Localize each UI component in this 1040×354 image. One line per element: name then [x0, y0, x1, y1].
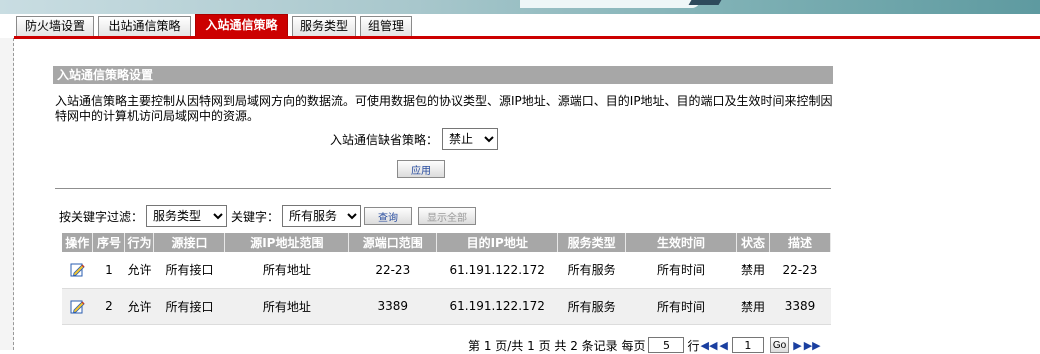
table-header-row: 操作 序号 行为 源接口 源IP地址范围 源端口范围 目的IP地址 服务类型 生…	[62, 233, 832, 252]
default-policy-row: 入站通信缺省策略： 禁止	[330, 127, 499, 151]
banner-accent	[688, 0, 722, 5]
col-header-description: 描述	[769, 233, 832, 252]
tab-underline	[14, 36, 1040, 39]
cell-action	[62, 252, 93, 289]
divider	[55, 188, 831, 189]
go-button[interactable]: Go	[769, 337, 790, 353]
pagination: 第 1 页/共 1 页 共 2 条记录 每页 行 ◀◀ ◀ Go ▶ ▶▶	[468, 336, 822, 354]
col-header-dest-ip: 目的IP地址	[436, 233, 559, 252]
query-button[interactable]: 查询	[364, 207, 413, 225]
default-policy-select[interactable]: 禁止	[442, 128, 499, 150]
show-all-button[interactable]: 显示全部	[418, 207, 477, 225]
edit-icon[interactable]	[70, 262, 85, 277]
cell-source-interface: 所有接口	[153, 288, 225, 325]
col-header-time: 生效时间	[625, 233, 737, 252]
cell-status: 禁用	[736, 288, 770, 325]
cell-service-type: 所有服务	[557, 252, 626, 289]
keyword-label: 关键字：	[231, 209, 280, 224]
cell-source-port: 22-23	[348, 252, 437, 289]
top-banner	[0, 0, 1040, 14]
tab-service-types[interactable]: 服务类型	[292, 16, 356, 37]
pager-summary: 第 1 页/共 1 页 共 2 条记录 每页	[468, 338, 646, 353]
cell-status: 禁用	[736, 252, 770, 289]
filter-type-select[interactable]: 服务类型	[146, 205, 228, 227]
cell-description: 3389	[769, 288, 831, 325]
cell-index: 1	[92, 252, 125, 289]
cell-dest-ip: 61.191.122.172	[436, 288, 558, 325]
cell-source-ip: 所有地址	[224, 252, 349, 289]
default-policy-label: 入站通信缺省策略：	[330, 132, 439, 147]
col-header-behavior: 行为	[124, 233, 155, 252]
policy-table: 操作 序号 行为 源接口 源IP地址范围 源端口范围 目的IP地址 服务类型 生…	[62, 233, 832, 325]
tab-group-management[interactable]: 组管理	[360, 16, 412, 37]
per-page-unit: 行	[687, 338, 700, 353]
cell-dest-ip: 61.191.122.172	[436, 252, 558, 289]
cell-description: 22-23	[769, 252, 831, 289]
tab-bar: 防火墙设置 出站通信策略 入站通信策略 服务类型 组管理	[14, 14, 1040, 39]
section-description: 入站通信策略主要控制从因特网到局域网方向的数据流。可使用数据包的协议类型、源IP…	[55, 94, 833, 123]
cell-source-ip: 所有地址	[224, 288, 349, 325]
left-gutter	[0, 38, 14, 350]
col-header-index: 序号	[92, 233, 126, 252]
cell-service-type: 所有服务	[557, 288, 626, 325]
keyword-select[interactable]: 所有服务	[282, 205, 362, 227]
tab-outbound-policy[interactable]: 出站通信策略	[98, 16, 191, 37]
filter-row: 按关键字过滤： 服务类型 关键字： 所有服务 查询 显示全部	[59, 204, 477, 228]
edit-icon[interactable]	[70, 299, 85, 314]
cell-action	[62, 288, 93, 325]
cell-time: 所有时间	[625, 252, 737, 289]
cell-time: 所有时间	[625, 288, 737, 325]
cell-behavior: 允许	[124, 252, 154, 289]
table-row: 1 允许 所有接口 所有地址 22-23 61.191.122.172 所有服务…	[62, 252, 831, 289]
col-header-action: 操作	[62, 233, 94, 252]
table-row: 2 允许 所有接口 所有地址 3389 61.191.122.172 所有服务 …	[62, 288, 831, 325]
tab-inbound-policy[interactable]: 入站通信策略	[195, 14, 288, 37]
col-header-source-interface: 源接口	[153, 233, 226, 252]
per-page-input[interactable]	[648, 337, 685, 353]
filter-label: 按关键字过滤：	[59, 209, 144, 224]
col-header-source-port: 源端口范围	[348, 233, 438, 252]
apply-button[interactable]: 应用	[397, 160, 445, 178]
cell-source-interface: 所有接口	[153, 252, 225, 289]
col-header-source-ip: 源IP地址范围	[224, 233, 350, 252]
cell-index: 2	[92, 288, 125, 325]
section-title: 入站通信策略设置	[53, 66, 833, 84]
tab-firewall-settings[interactable]: 防火墙设置	[16, 16, 94, 37]
banner-swoosh	[520, 0, 700, 8]
page-number-input[interactable]	[731, 337, 764, 353]
col-header-service-type: 服务类型	[557, 233, 627, 252]
cell-source-port: 3389	[348, 288, 437, 325]
col-header-status: 状态	[736, 233, 770, 252]
cell-behavior: 允许	[124, 288, 154, 325]
